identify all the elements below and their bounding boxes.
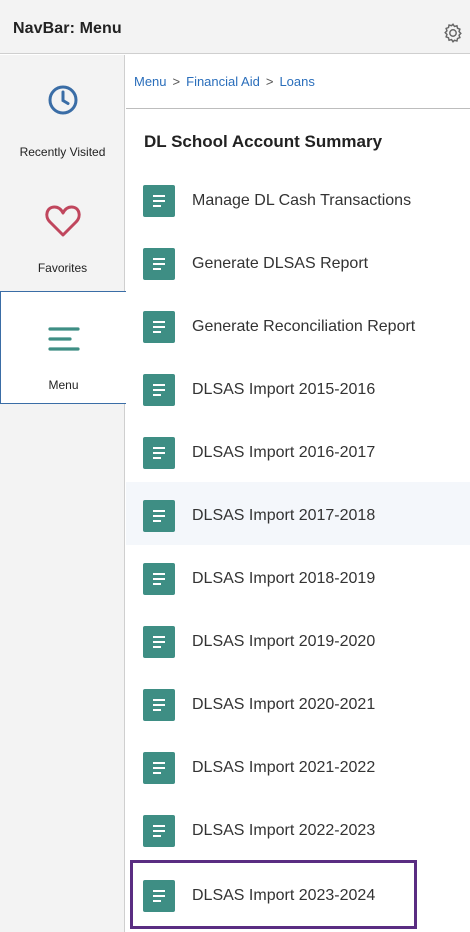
menu-item-dlsas-import-2020-2021[interactable]: DLSAS Import 2020-2021 bbox=[126, 671, 470, 734]
menu-item-label: DLSAS Import 2022-2023 bbox=[192, 822, 376, 839]
menu-item-label: Generate Reconciliation Report bbox=[192, 318, 416, 335]
clock-icon bbox=[48, 85, 78, 115]
menu-item-manage-dl-cash-transactions[interactable]: Manage DL Cash Transactions bbox=[126, 167, 470, 230]
menu-item-label: DLSAS Import 2016-2017 bbox=[192, 444, 376, 461]
sidebar-item-menu[interactable]: Menu bbox=[0, 291, 126, 404]
document-icon bbox=[143, 248, 175, 280]
menu-item-dlsas-import-2021-2022[interactable]: DLSAS Import 2021-2022 bbox=[126, 734, 470, 797]
document-icon bbox=[143, 752, 175, 784]
document-icon bbox=[143, 689, 175, 721]
menu-item-generate-dlsas-report[interactable]: Generate DLSAS Report bbox=[126, 230, 470, 293]
document-icon bbox=[143, 311, 175, 343]
sidebar-item-favorites[interactable]: Favorites bbox=[0, 175, 125, 288]
sidebar-item-label: Favorites bbox=[37, 261, 88, 275]
document-icon bbox=[143, 880, 175, 912]
navbar-header: NavBar: Menu bbox=[0, 0, 470, 54]
breadcrumb-link-menu[interactable]: Menu bbox=[134, 74, 167, 89]
navbar-title: NavBar: Menu bbox=[13, 20, 122, 37]
menu-item-dlsas-import-2022-2023[interactable]: DLSAS Import 2022-2023 bbox=[126, 797, 470, 860]
document-icon bbox=[143, 815, 175, 847]
menu-item-dlsas-import-2018-2019[interactable]: DLSAS Import 2018-2019 bbox=[126, 545, 470, 608]
section-title: DL School Account Summary bbox=[144, 132, 383, 151]
breadcrumb-link-financial-aid[interactable]: Financial Aid bbox=[186, 74, 260, 89]
document-icon bbox=[143, 500, 175, 532]
document-icon bbox=[143, 437, 175, 469]
document-icon bbox=[143, 626, 175, 658]
breadcrumb-divider bbox=[126, 108, 470, 109]
document-icon bbox=[143, 185, 175, 217]
menu-item-dlsas-import-2023-2024[interactable]: DLSAS Import 2023-2024 bbox=[130, 860, 417, 929]
menu-item-dlsas-import-2019-2020[interactable]: DLSAS Import 2019-2020 bbox=[126, 608, 470, 671]
document-icon bbox=[143, 374, 175, 406]
document-icon bbox=[143, 563, 175, 595]
breadcrumb-separator: > bbox=[265, 74, 274, 89]
menu-lines-icon bbox=[48, 327, 80, 351]
menu-item-label: DLSAS Import 2018-2019 bbox=[192, 570, 376, 587]
menu-item-dlsas-import-2015-2016[interactable]: DLSAS Import 2015-2016 bbox=[126, 356, 470, 419]
breadcrumb: Menu > Financial Aid > Loans bbox=[134, 74, 315, 89]
breadcrumb-link-loans[interactable]: Loans bbox=[279, 74, 314, 89]
sidebar-item-label: Recently Visited bbox=[19, 145, 106, 159]
menu-item-dlsas-import-2016-2017[interactable]: DLSAS Import 2016-2017 bbox=[126, 419, 470, 482]
menu-item-label: DLSAS Import 2017-2018 bbox=[192, 507, 376, 524]
sidebar-item-label: Menu bbox=[48, 378, 79, 392]
main-content: Menu > Financial Aid > Loans DL School Accou… bbox=[126, 55, 470, 932]
menu-item-label: DLSAS Import 2023-2024 bbox=[192, 887, 376, 904]
menu-item-label: DLSAS Import 2021-2022 bbox=[192, 759, 376, 776]
heart-icon bbox=[45, 205, 81, 237]
menu-item-label: Generate DLSAS Report bbox=[192, 255, 369, 272]
sidebar: Recently Visited Favorites Menu bbox=[0, 55, 126, 932]
menu-item-label: DLSAS Import 2020-2021 bbox=[192, 696, 376, 713]
menu-item-label: DLSAS Import 2015-2016 bbox=[192, 381, 376, 398]
menu-item-label: Manage DL Cash Transactions bbox=[192, 192, 412, 209]
gear-icon[interactable] bbox=[442, 22, 464, 44]
breadcrumb-separator: > bbox=[172, 74, 181, 89]
menu-item-generate-reconciliation-report[interactable]: Generate Reconciliation Report bbox=[126, 293, 470, 356]
sidebar-item-recently-visited[interactable]: Recently Visited bbox=[0, 55, 125, 168]
menu-item-label: DLSAS Import 2019-2020 bbox=[192, 633, 376, 650]
menu-item-dlsas-import-2017-2018[interactable]: DLSAS Import 2017-2018 bbox=[126, 482, 470, 545]
